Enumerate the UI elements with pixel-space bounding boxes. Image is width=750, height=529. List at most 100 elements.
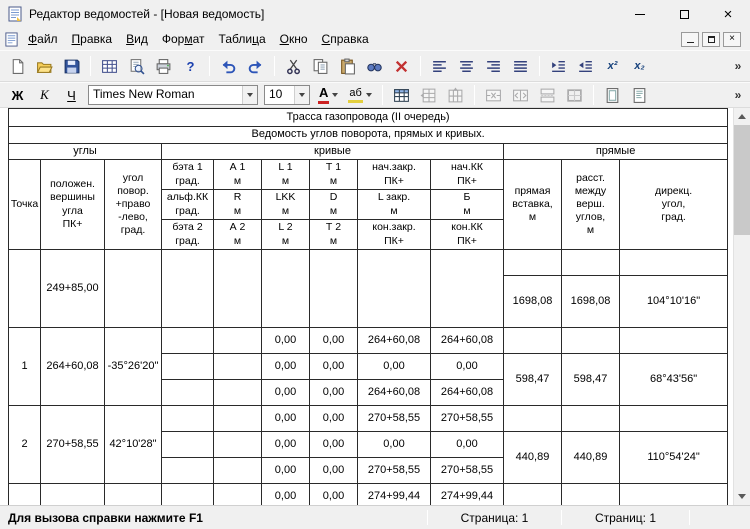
straight-cell[interactable]: 1698,08 (504, 276, 562, 328)
straight-cell[interactable] (620, 484, 728, 506)
curve-cell[interactable]: 0,00 (262, 406, 310, 432)
straight-cell[interactable]: 598,47 (504, 354, 562, 406)
straight-cell[interactable]: 110°54'24" (620, 432, 728, 484)
header-cell[interactable]: R м (214, 190, 262, 220)
curve-cell[interactable] (214, 406, 262, 432)
angle-cell[interactable] (105, 250, 162, 328)
cells-merge-button[interactable] (481, 84, 506, 107)
minimize-button[interactable] (618, 0, 662, 28)
group-header-angles[interactable]: углы (9, 144, 162, 160)
vertex-cell[interactable]: 270+58,55 (41, 406, 105, 484)
toolbar-overflow-button[interactable]: » (731, 55, 745, 78)
header-cell[interactable]: Т 2 м (310, 220, 358, 250)
header-cell[interactable]: положен. вершины угла ПК+ (41, 160, 105, 250)
new-button[interactable] (5, 55, 30, 78)
curve-cell[interactable]: 264+60,08 (358, 328, 431, 354)
point-cell[interactable]: 2 (9, 406, 41, 484)
indent-increase-button[interactable] (546, 55, 571, 78)
superscript-button[interactable]: x² (600, 55, 625, 78)
curve-cell[interactable]: 264+60,08 (358, 380, 431, 406)
curve-cell[interactable]: 0,00 (262, 328, 310, 354)
page-setup-button[interactable] (627, 84, 652, 107)
document-icon[interactable] (4, 32, 19, 47)
straight-cell[interactable] (504, 328, 562, 354)
straight-cell[interactable] (562, 250, 620, 276)
header-cell[interactable]: L закр. м (358, 190, 431, 220)
align-right-button[interactable] (481, 55, 506, 78)
curve-cell[interactable]: 0,00 (310, 354, 358, 380)
curve-cell[interactable]: 0,00 (262, 380, 310, 406)
straight-cell[interactable] (504, 406, 562, 432)
curve-cell[interactable]: 274+99,44 (358, 484, 431, 506)
cells-split-button[interactable] (508, 84, 533, 107)
curve-cell[interactable]: 0,00 (310, 380, 358, 406)
curve-cell[interactable] (162, 380, 214, 406)
curve-cell[interactable] (162, 354, 214, 380)
table-add-row-button[interactable] (416, 84, 441, 107)
menu-item-edit[interactable]: Правка (65, 30, 120, 48)
straight-cell[interactable] (504, 250, 562, 276)
curve-cell[interactable] (214, 250, 262, 328)
curve-cell[interactable]: 264+60,08 (431, 328, 504, 354)
font-color-button[interactable]: А (314, 84, 342, 107)
vertical-scrollbar[interactable] (733, 108, 750, 505)
menu-item-window[interactable]: Окно (273, 30, 315, 48)
header-cell[interactable]: кон.закр. ПК+ (358, 220, 431, 250)
help-button[interactable]: ? (178, 55, 203, 78)
curve-cell[interactable] (162, 432, 214, 458)
table-mode-button[interactable] (97, 55, 122, 78)
curve-cell[interactable] (162, 458, 214, 484)
header-cell[interactable]: бэта 1 град. (162, 160, 214, 190)
curve-cell[interactable]: 0,00 (310, 432, 358, 458)
curve-cell[interactable] (162, 328, 214, 354)
curve-cell[interactable] (262, 250, 310, 328)
row-split-button[interactable] (535, 84, 560, 107)
curve-cell[interactable]: 0,00 (431, 354, 504, 380)
point-cell[interactable] (9, 250, 41, 328)
scrollbar-thumb[interactable] (734, 125, 750, 235)
mdi-restore-button[interactable] (702, 32, 720, 47)
header-cell[interactable]: угол повор. +право -лево, град. (105, 160, 162, 250)
header-cell[interactable]: Б м (431, 190, 504, 220)
curve-cell[interactable]: 0,00 (262, 432, 310, 458)
chevron-down-icon[interactable] (294, 86, 309, 104)
straight-cell[interactable]: 68°43'56" (620, 354, 728, 406)
straight-cell[interactable] (562, 484, 620, 506)
cut-button[interactable] (281, 55, 306, 78)
scroll-up-button[interactable] (734, 108, 750, 125)
menu-item-file[interactable]: Файл (21, 30, 65, 48)
table-title[interactable]: Трасса газопровода (II очередь) (9, 109, 728, 127)
straight-cell[interactable] (504, 484, 562, 506)
header-cell[interactable]: кон.КК ПК+ (431, 220, 504, 250)
curve-cell[interactable]: 274+99,44 (431, 484, 504, 506)
curve-cell[interactable]: 0,00 (262, 484, 310, 506)
curve-cell[interactable] (431, 250, 504, 328)
curve-cell[interactable] (214, 484, 262, 506)
header-cell[interactable]: нач.КК ПК+ (431, 160, 504, 190)
point-cell[interactable] (9, 484, 41, 506)
table-borders-button[interactable] (562, 84, 587, 107)
menu-item-view[interactable]: Вид (119, 30, 155, 48)
straight-cell[interactable]: 104°10'16" (620, 276, 728, 328)
header-cell[interactable]: L 1 м (262, 160, 310, 190)
subscript-button[interactable]: x₂ (627, 55, 652, 78)
toolbar-overflow-button[interactable]: » (731, 84, 745, 107)
angle-cell[interactable]: 42°10'28" (105, 406, 162, 484)
straight-cell[interactable]: 1698,08 (562, 276, 620, 328)
curve-cell[interactable]: 270+58,55 (358, 406, 431, 432)
straight-cell[interactable] (620, 328, 728, 354)
curve-cell[interactable] (214, 458, 262, 484)
header-cell[interactable]: А 2 м (214, 220, 262, 250)
table-add-col-button[interactable] (443, 84, 468, 107)
straight-cell[interactable] (562, 328, 620, 354)
font-size-select[interactable]: 10 (264, 85, 310, 105)
angle-cell[interactable]: -35°26'20" (105, 328, 162, 406)
menu-item-format[interactable]: Формат (155, 30, 212, 48)
header-cell[interactable]: нач.закр. ПК+ (358, 160, 431, 190)
italic-button[interactable]: К (32, 84, 57, 107)
curve-cell[interactable]: 0,00 (310, 458, 358, 484)
font-name-select[interactable]: Times New Roman (88, 85, 258, 105)
align-justify-button[interactable] (508, 55, 533, 78)
curve-cell[interactable]: 0,00 (310, 406, 358, 432)
scroll-down-button[interactable] (734, 488, 750, 505)
